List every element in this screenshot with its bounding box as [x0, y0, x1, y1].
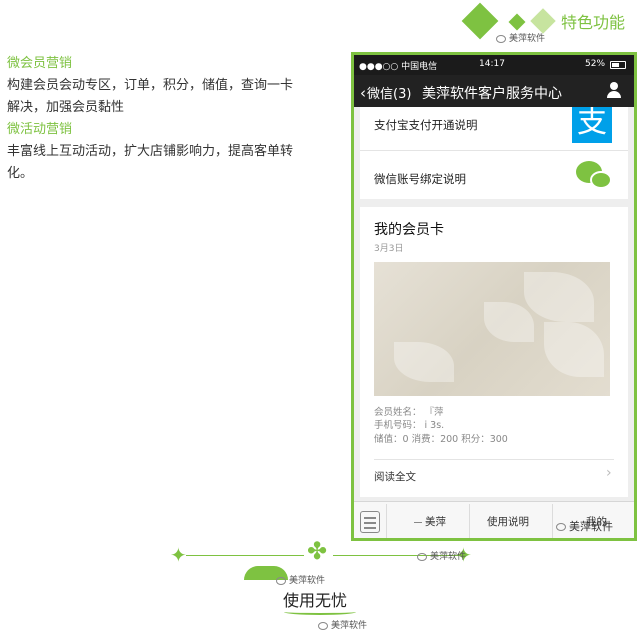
- back-button[interactable]: ‹微信(3): [360, 83, 411, 102]
- watermark-logo-icon: [496, 34, 506, 43]
- section1-line2: 解决，加强会员黏性: [7, 100, 125, 115]
- watermark-logo-icon: [417, 552, 427, 561]
- header-diamond-large: [461, 2, 499, 40]
- article-row-label: 微信账号绑定说明: [374, 172, 466, 186]
- person-icon[interactable]: [606, 82, 622, 100]
- member-card-image: [374, 262, 610, 396]
- phone-screenshot: ●●●○○ 中国电信 14:17 52% ‹微信(3) 美萍软件客户服务中心 支…: [351, 52, 637, 541]
- article-row-alipay[interactable]: 支付宝支付开通说明 支: [360, 107, 628, 151]
- divider: [552, 504, 553, 538]
- chevron-right-icon: ›: [606, 465, 612, 481]
- article-row-label: 支付宝支付开通说明: [374, 118, 478, 132]
- footer-watermark: 美萍软件: [318, 618, 367, 631]
- footer-watermark: 美萍软件: [417, 549, 466, 562]
- divider: [469, 504, 470, 538]
- member-balance-line: 储值：0 消费：200 积分：300: [374, 434, 508, 445]
- header-diamond-light: [530, 8, 556, 34]
- member-card-title: 我的会员卡: [374, 222, 444, 238]
- read-more-link[interactable]: 阅读全文: [374, 469, 416, 484]
- keyboard-icon[interactable]: [360, 511, 380, 533]
- watermark-logo-icon: [276, 576, 286, 585]
- nav-title: 美萍软件客户服务中心: [422, 86, 562, 102]
- menu-item-meiping[interactable]: 美萍: [414, 514, 446, 529]
- header-watermark: 美萍软件: [496, 31, 545, 44]
- maple-leaf-icon: ✤: [307, 537, 328, 565]
- article-row-wechat[interactable]: 微信账号绑定说明: [360, 153, 628, 199]
- divider: [386, 504, 387, 538]
- nav-bar: ‹微信(3) 美萍软件客户服务中心: [354, 75, 634, 107]
- divider: [374, 459, 614, 460]
- member-phone-line: 手机号码： i 3s.: [374, 420, 445, 431]
- header-diamond-small: [508, 13, 526, 31]
- status-carrier: ●●●○○ 中国电信: [359, 62, 438, 72]
- watermark-logo-icon: [318, 621, 328, 630]
- member-card-date: 3月3日: [374, 244, 404, 254]
- member-name-line: 会员姓名： 『萍: [374, 407, 444, 418]
- article-list-card: 支付宝支付开通说明 支 微信账号绑定说明: [360, 107, 628, 199]
- maple-leaf-icon: ✦: [170, 543, 187, 567]
- watermark-logo-icon: [556, 523, 566, 531]
- section1-title: 微会员营销: [7, 56, 73, 71]
- menu-lines-icon: [414, 521, 422, 523]
- section1-line1: 构建会员会动专区，订单，积分，储值，查询一卡: [7, 78, 294, 93]
- section2-title: 微活动营销: [7, 122, 73, 137]
- chevron-left-icon: ‹: [360, 84, 366, 102]
- member-card-article[interactable]: 我的会员卡 3月3日 会员姓名： 『萍 手机号码： i 3s. 储值：0 消费：…: [360, 207, 628, 497]
- section2-line2: 化。: [7, 166, 34, 181]
- wechat-icon: [576, 161, 614, 191]
- footer-title: 使用无忧: [283, 591, 348, 610]
- status-time: 14:17: [479, 59, 505, 69]
- battery-icon: [610, 61, 626, 69]
- menu-item-instructions[interactable]: 使用说明: [487, 514, 529, 529]
- wave-decoration: [284, 609, 356, 615]
- header-title: 特色功能: [561, 13, 626, 32]
- alipay-icon: 支: [572, 107, 612, 143]
- status-battery-text: 52%: [585, 59, 606, 69]
- footer-watermark: 美萍软件: [276, 573, 325, 586]
- phone-watermark: 美萍软件: [556, 518, 613, 534]
- footer-line-left: [186, 555, 304, 556]
- section2-line1: 丰富线上互动活动，扩大店铺影响力，提高客单转: [7, 144, 294, 159]
- status-bar: ●●●○○ 中国电信 14:17 52%: [354, 55, 634, 75]
- chat-content: 支付宝支付开通说明 支 微信账号绑定说明 我的会员卡 3月3日 会员姓名： 『萍…: [354, 107, 634, 501]
